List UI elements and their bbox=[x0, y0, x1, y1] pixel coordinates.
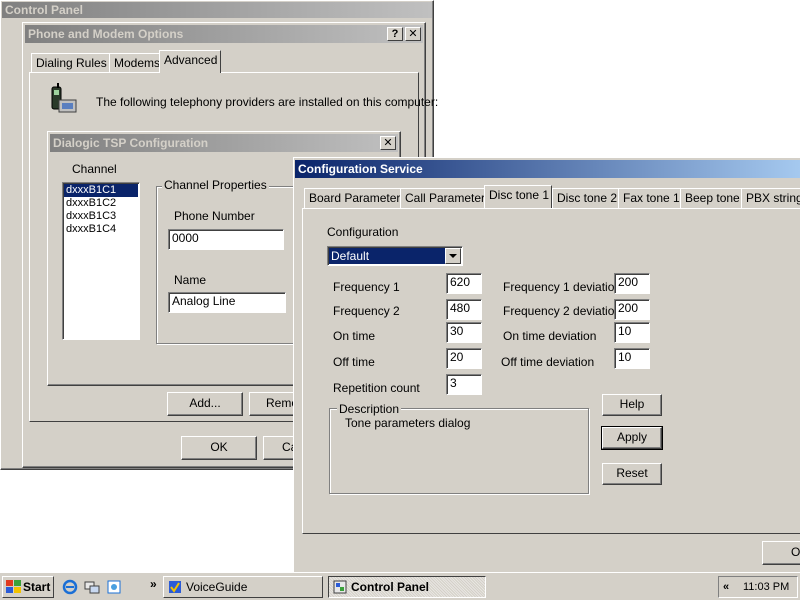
windows-logo-icon bbox=[6, 580, 21, 600]
frequency-1-input[interactable]: 620 bbox=[446, 273, 482, 294]
repetition-count-input[interactable]: 3 bbox=[446, 374, 482, 395]
frequency-1-label: Frequency 1 bbox=[333, 280, 400, 294]
phone-icon bbox=[46, 83, 78, 120]
system-tray: « 11:03 PM bbox=[718, 576, 798, 598]
description-legend: Description bbox=[337, 402, 402, 416]
tab-pbx-strings[interactable]: PBX strings bbox=[741, 188, 800, 208]
phone-modem-title[interactable]: Phone and Modem Options bbox=[25, 25, 423, 43]
frequency-2-deviation-label: Frequency 2 deviation bbox=[503, 304, 622, 318]
dialogic-close-button[interactable]: ✕ bbox=[380, 136, 396, 150]
dialogic-title[interactable]: Dialogic TSP Configuration bbox=[50, 134, 398, 152]
off-time-input[interactable]: 20 bbox=[446, 348, 482, 369]
channel-item[interactable]: dxxxB1C1 bbox=[64, 184, 138, 197]
task-control-panel[interactable]: Control Panel bbox=[328, 576, 486, 598]
reset-button[interactable]: Reset bbox=[602, 463, 662, 485]
tab-fax-tone-1[interactable]: Fax tone 1 bbox=[618, 188, 685, 208]
off-time-deviation-label: Off time deviation bbox=[501, 355, 595, 369]
voiceguide-icon bbox=[168, 580, 182, 600]
configuration-selected-value: Default bbox=[329, 248, 445, 264]
repetition-count-label: Repetition count bbox=[333, 381, 420, 395]
on-time-deviation-label: On time deviation bbox=[503, 329, 597, 343]
channel-item[interactable]: dxxxB1C3 bbox=[64, 210, 138, 223]
tab-board-parameters[interactable]: Board Parameters bbox=[304, 188, 412, 208]
configuration-service-title[interactable]: Configuration Service bbox=[295, 160, 800, 178]
frequency-2-label: Frequency 2 bbox=[333, 304, 400, 318]
task-voiceguide-label: VoiceGuide bbox=[186, 580, 248, 594]
configuration-select[interactable]: Default bbox=[327, 246, 463, 266]
off-time-label: Off time bbox=[333, 355, 375, 369]
on-time-input[interactable]: 30 bbox=[446, 322, 482, 343]
tab-disc-tone-1[interactable]: Disc tone 1 bbox=[484, 185, 552, 208]
frequency-2-deviation-input[interactable]: 200 bbox=[614, 299, 650, 320]
channel-properties-legend: Channel Properties bbox=[162, 178, 269, 192]
channel-list[interactable]: dxxxB1C1 dxxxB1C2 dxxxB1C3 dxxxB1C4 bbox=[62, 182, 140, 340]
tab-call-parameters[interactable]: Call Parameters bbox=[400, 188, 497, 208]
taskbar: Start » VoiceGuide Control Panel « 11:03… bbox=[0, 572, 800, 600]
quick-launch-chevron[interactable]: » bbox=[150, 577, 157, 591]
ok-button[interactable]: OK bbox=[181, 436, 257, 460]
on-time-deviation-input[interactable]: 10 bbox=[614, 322, 650, 343]
frequency-2-input[interactable]: 480 bbox=[446, 299, 482, 320]
tab-advanced[interactable]: Advanced bbox=[159, 50, 221, 73]
channel-label: Channel bbox=[72, 162, 117, 176]
control-panel-icon bbox=[333, 580, 347, 600]
internet-explorer-icon[interactable] bbox=[62, 579, 78, 598]
frequency-1-deviation-label: Frequency 1 deviation bbox=[503, 280, 622, 294]
name-label: Name bbox=[174, 273, 207, 287]
apply-button[interactable]: Apply bbox=[601, 426, 663, 450]
disc-tone-panel: Configuration Default Frequency 1 620 Fr… bbox=[302, 208, 800, 534]
description-text: Tone parameters dialog bbox=[345, 416, 471, 430]
desktop-icon[interactable] bbox=[106, 579, 122, 598]
tab-dialing-rules[interactable]: Dialing Rules bbox=[31, 53, 112, 73]
control-panel-title[interactable]: Control Panel bbox=[2, 2, 432, 18]
tab-beep-tone[interactable]: Beep tone bbox=[680, 188, 745, 208]
tab-disc-tone-2[interactable]: Disc tone 2 bbox=[552, 188, 623, 208]
channel-item[interactable]: dxxxB1C2 bbox=[64, 197, 138, 210]
close-title-button[interactable]: ✕ bbox=[405, 27, 421, 41]
tray-chevron[interactable]: « bbox=[723, 577, 729, 597]
start-label: Start bbox=[23, 580, 51, 594]
configuration-service-window: Configuration Service Board Parameters C… bbox=[293, 157, 800, 575]
help-button[interactable]: Help bbox=[602, 394, 662, 416]
clock[interactable]: 11:03 PM bbox=[743, 577, 789, 597]
tab-modems[interactable]: Modems bbox=[109, 53, 166, 73]
configuration-label: Configuration bbox=[327, 225, 399, 239]
network-icon[interactable] bbox=[84, 579, 100, 598]
add-provider-button[interactable]: Add... bbox=[167, 392, 243, 416]
phone-number-input[interactable]: 0000 bbox=[168, 229, 284, 250]
help-title-button[interactable]: ? bbox=[387, 27, 403, 41]
start-button[interactable]: Start bbox=[2, 576, 54, 598]
chevron-down-icon[interactable] bbox=[445, 248, 461, 264]
task-control-panel-label: Control Panel bbox=[351, 580, 430, 594]
on-time-label: On time bbox=[333, 329, 376, 343]
providers-text: The following telephony providers are in… bbox=[96, 95, 439, 109]
task-voiceguide[interactable]: VoiceGuide bbox=[163, 576, 323, 598]
name-input[interactable]: Analog Line bbox=[168, 292, 286, 313]
phone-number-label: Phone Number bbox=[174, 209, 255, 223]
off-time-deviation-input[interactable]: 10 bbox=[614, 348, 650, 369]
config-ok-button[interactable]: O bbox=[762, 541, 800, 565]
frequency-1-deviation-input[interactable]: 200 bbox=[614, 273, 650, 294]
channel-item[interactable]: dxxxB1C4 bbox=[64, 223, 138, 236]
